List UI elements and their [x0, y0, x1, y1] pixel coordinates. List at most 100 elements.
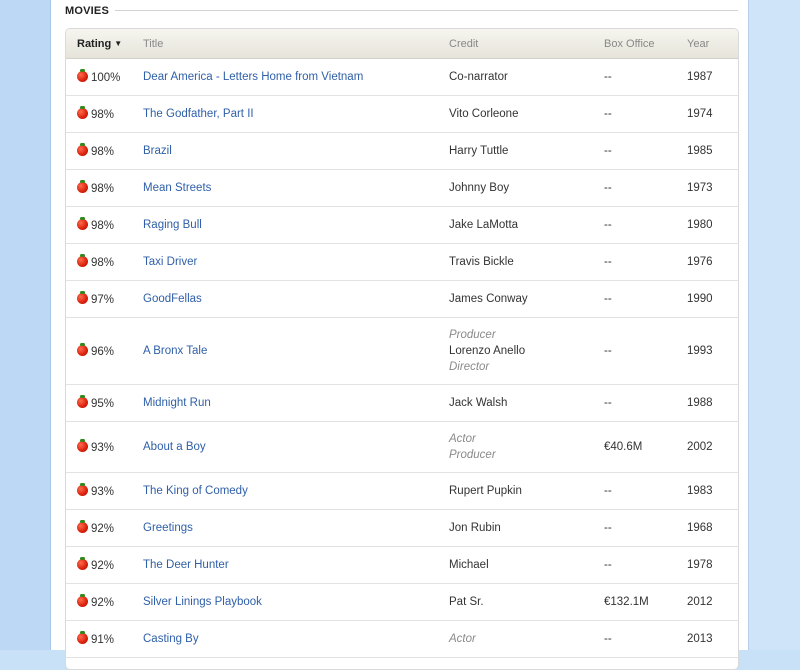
column-header-rating-label: Rating: [77, 37, 112, 50]
credit-cell: Producer Lorenzo Anello Director: [449, 317, 604, 385]
column-header-rating[interactable]: Rating ▼: [66, 29, 143, 59]
credit-name: Vito Corleone: [449, 108, 519, 120]
year-cell: 2013: [687, 620, 738, 658]
rating-cell: 98%: [66, 243, 143, 281]
movies-table: Rating ▼ Title Credit Box Office Year 100…: [66, 29, 738, 658]
title-cell: The Deer Hunter: [143, 546, 449, 584]
tomato-icon: [77, 482, 88, 496]
movie-title-link[interactable]: Mean Streets: [143, 182, 211, 194]
box-office-cell: --: [604, 509, 687, 547]
rating-value: 98%: [91, 256, 115, 269]
movie-title-link[interactable]: A Bronx Tale: [143, 345, 207, 357]
year-cell: 1973: [687, 169, 738, 207]
movie-title-link[interactable]: Greetings: [143, 522, 193, 534]
year-cell: 1990: [687, 280, 738, 318]
tomato-icon: [77, 105, 88, 119]
table-row: 100% Dear America - Letters Home from Vie…: [66, 58, 738, 96]
title-cell: The Godfather, Part II: [143, 95, 449, 133]
tomato-icon: [77, 142, 88, 156]
credit-role: Director: [449, 361, 490, 373]
credit-name: Jake LaMotta: [449, 219, 519, 231]
rating-cell: 96%: [66, 317, 143, 385]
movie-title-link[interactable]: The Deer Hunter: [143, 559, 229, 571]
credit-cell: Travis Bickle: [449, 243, 604, 281]
table-row: 98% Mean Streets Johnny Boy -- 1973: [66, 169, 738, 207]
year-cell: 1980: [687, 206, 738, 244]
table-row: 91% Casting By Actor -- 2013: [66, 620, 738, 658]
title-cell: Greetings: [143, 509, 449, 547]
column-header-box-office[interactable]: Box Office: [604, 29, 687, 59]
tomato-icon: [77, 593, 88, 607]
rating-cell: 93%: [66, 421, 143, 473]
movie-title-link[interactable]: Silver Linings Playbook: [143, 596, 262, 608]
credit-cell: Vito Corleone: [449, 95, 604, 133]
rating-cell: 91%: [66, 620, 143, 658]
box-office-cell: €132.1M: [604, 583, 687, 621]
movie-title-link[interactable]: Dear America - Letters Home from Vietnam: [143, 71, 363, 83]
rating-value: 98%: [91, 182, 115, 195]
section-divider: [115, 10, 738, 11]
box-office-cell: --: [604, 384, 687, 422]
credit-name: Harry Tuttle: [449, 145, 509, 157]
credit-name: Jack Walsh: [449, 397, 508, 409]
movie-title-link[interactable]: Brazil: [143, 145, 172, 157]
rating-cell: 100%: [66, 58, 143, 96]
column-header-title[interactable]: Title: [143, 29, 449, 59]
table-row: 92% Greetings Jon Rubin -- 1968: [66, 509, 738, 547]
box-office-cell: --: [604, 169, 687, 207]
rating-value: 92%: [91, 522, 115, 535]
credit-name: Co-narrator: [449, 71, 508, 83]
title-cell: Midnight Run: [143, 384, 449, 422]
table-row: 98% Raging Bull Jake LaMotta -- 1980: [66, 206, 738, 244]
title-cell: Brazil: [143, 132, 449, 170]
column-header-year[interactable]: Year: [687, 29, 738, 59]
credit-name: Jon Rubin: [449, 522, 501, 534]
credit-cell: Actor Producer: [449, 421, 604, 473]
movie-title-link[interactable]: Taxi Driver: [143, 256, 197, 268]
tomato-icon: [77, 216, 88, 230]
credit-cell: Harry Tuttle: [449, 132, 604, 170]
rating-value: 98%: [91, 219, 115, 232]
title-cell: Silver Linings Playbook: [143, 583, 449, 621]
rating-value: 100%: [91, 71, 121, 84]
year-cell: 2012: [687, 583, 738, 621]
title-cell: Taxi Driver: [143, 243, 449, 281]
credit-name: Rupert Pupkin: [449, 485, 522, 497]
year-cell: 1987: [687, 58, 738, 96]
table-row: 96% A Bronx Tale Producer Lorenzo Anello Dir…: [66, 317, 738, 385]
rating-cell: 92%: [66, 509, 143, 547]
movie-title-link[interactable]: Raging Bull: [143, 219, 202, 231]
movie-title-link[interactable]: About a Boy: [143, 441, 206, 453]
movie-title-link[interactable]: Midnight Run: [143, 397, 211, 409]
credit-cell: Jack Walsh: [449, 384, 604, 422]
title-cell: About a Boy: [143, 421, 449, 473]
rating-cell: 95%: [66, 384, 143, 422]
credit-cell: Johnny Boy: [449, 169, 604, 207]
rating-cell: 98%: [66, 95, 143, 133]
credit-cell: Jon Rubin: [449, 509, 604, 547]
year-cell: 1985: [687, 132, 738, 170]
title-cell: A Bronx Tale: [143, 317, 449, 385]
column-header-credit[interactable]: Credit: [449, 29, 604, 59]
box-office-cell: --: [604, 620, 687, 658]
credit-role: Producer: [449, 329, 496, 341]
movie-title-link[interactable]: The Godfather, Part II: [143, 108, 254, 120]
rating-cell: 98%: [66, 169, 143, 207]
rating-cell: 92%: [66, 583, 143, 621]
sort-down-icon: ▼: [114, 38, 123, 48]
right-background: [748, 0, 800, 650]
table-row: 97% GoodFellas James Conway -- 1990: [66, 280, 738, 318]
tomato-icon: [77, 68, 88, 82]
box-office-cell: --: [604, 58, 687, 96]
movies-panel: MOVIES Rating ▼ Title Credit Box Office Y…: [51, 0, 748, 670]
movie-title-link[interactable]: GoodFellas: [143, 293, 202, 305]
tomato-icon: [77, 519, 88, 533]
credit-name: James Conway: [449, 293, 528, 305]
movie-title-link[interactable]: Casting By: [143, 633, 199, 645]
year-cell: 1968: [687, 509, 738, 547]
box-office-cell: --: [604, 206, 687, 244]
title-cell: Dear America - Letters Home from Vietnam: [143, 58, 449, 96]
movie-title-link[interactable]: The King of Comedy: [143, 485, 248, 497]
tomato-icon: [77, 556, 88, 570]
box-office-cell: --: [604, 243, 687, 281]
